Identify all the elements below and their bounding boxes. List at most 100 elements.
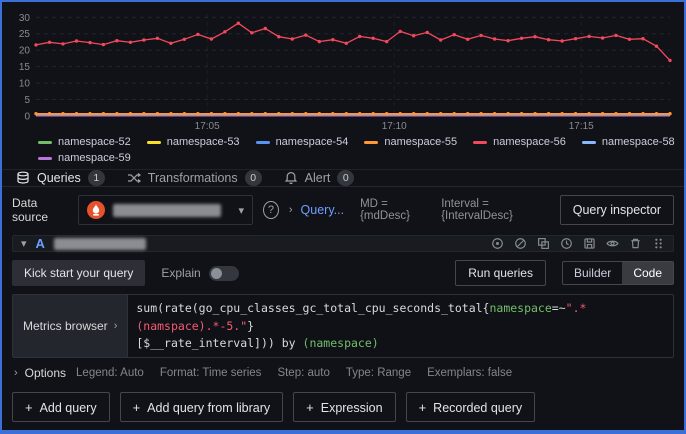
query-options-toggle[interactable]: › Query... MD = {mdDesc} Interval = {Int… [289, 198, 540, 222]
plus-icon: + [133, 400, 141, 415]
chart-legend: namespace-52 namespace-53 namespace-54 name… [38, 136, 678, 164]
code-line: [$__rate_interval])) by (namespace) [136, 335, 665, 352]
tab-badge: 0 [245, 170, 262, 186]
duplicate-query-icon[interactable] [537, 237, 550, 250]
code-mode-button[interactable]: Code [622, 262, 673, 284]
legend-item-namespace-55[interactable]: namespace-55 [364, 136, 457, 148]
promql-code-editor[interactable]: sum(rate(go_cpu_classes_gc_total_cpu_sec… [127, 294, 674, 358]
svg-text:15: 15 [19, 62, 31, 73]
query-row-actions [491, 237, 665, 250]
code-line: sum(rate(go_cpu_classes_gc_total_cpu_sec… [136, 300, 665, 335]
drag-handle-icon[interactable] [652, 237, 665, 250]
builder-mode-button[interactable]: Builder [563, 262, 622, 284]
chevron-right-icon: › [289, 204, 293, 216]
query-inspector-button[interactable]: Query inspector [560, 195, 674, 225]
legend-item-namespace-59[interactable]: namespace-59 [38, 152, 131, 164]
kick-start-query-button[interactable]: Kick start your query [12, 260, 145, 286]
transformations-icon [127, 171, 141, 185]
query-footer-actions: +Add query+Add query from library+Expres… [12, 392, 674, 422]
options-label: Options [25, 366, 66, 380]
option-summary-item: Exemplars: false [427, 367, 512, 379]
plus-icon: + [25, 400, 33, 415]
query-options-row: › Options Legend: AutoFormat: Time serie… [14, 366, 674, 380]
code-token-label: (namespace) [303, 336, 379, 350]
series-color-marker [364, 141, 378, 144]
collapse-chevron-icon[interactable]: ▾ [21, 237, 27, 250]
svg-text:17:15: 17:15 [569, 121, 594, 132]
save-icon[interactable] [583, 237, 596, 250]
explain-label: Explain [161, 266, 200, 280]
legend-label: namespace-59 [58, 152, 131, 164]
option-summary-item: Legend: Auto [76, 367, 144, 379]
run-queries-button[interactable]: Run queries [455, 260, 546, 286]
editor-tab-bar: Queries 1 Transformations 0 Alert 0 [2, 169, 684, 187]
options-summary: Legend: AutoFormat: Time seriesStep: aut… [76, 367, 512, 379]
record-icon[interactable] [491, 237, 504, 250]
max-data-points-text: MD = {mdDesc} [360, 198, 425, 222]
prometheus-icon [87, 201, 105, 219]
legend-label: namespace-55 [384, 136, 457, 148]
datasource-help-button[interactable]: ? [263, 201, 279, 219]
svg-text:17:05: 17:05 [195, 121, 220, 132]
explain-toggle[interactable] [209, 266, 239, 281]
editor-mode-switch: Builder Code [562, 261, 674, 285]
metrics-browser-label: Metrics browser [23, 319, 108, 333]
svg-text:20: 20 [19, 46, 31, 57]
datasource-picker[interactable]: ▾ [78, 195, 253, 225]
query-history-icon[interactable] [560, 237, 573, 250]
interval-text: Interval = {IntervalDesc} [441, 198, 540, 222]
query-refid: A [36, 236, 45, 251]
code-token-plain: } [247, 319, 254, 333]
svg-text:5: 5 [24, 95, 30, 106]
add-query-button[interactable]: +Add query [12, 392, 110, 422]
options-toggle[interactable]: › Options [14, 366, 66, 380]
legend-item-namespace-52[interactable]: namespace-52 [38, 136, 131, 148]
datasource-label: Data source [12, 196, 68, 224]
query-row-header[interactable]: ▾ A [12, 235, 674, 252]
chevron-down-icon: ▾ [239, 204, 245, 217]
tab-alert[interactable]: Alert 0 [284, 170, 355, 186]
tab-label: Queries [37, 171, 81, 185]
legend-item-namespace-53[interactable]: namespace-53 [147, 136, 240, 148]
legend-item-namespace-56[interactable]: namespace-56 [473, 136, 566, 148]
add-query-from-library-button[interactable]: + Add query from library [120, 392, 284, 422]
legend-item-namespace-58[interactable]: namespace-58 [582, 136, 675, 148]
redacted-datasource-name [113, 204, 221, 217]
datasource-row: Data source ▾ ? › Query... MD = {mdDesc}… [2, 187, 684, 233]
expression-button[interactable]: + Expression [293, 392, 395, 422]
code-token-plain: sum(rate(go_cpu_classes_gc_total_cpu_sec… [136, 301, 489, 315]
query-options-link: Query... [301, 203, 345, 217]
hide-response-icon[interactable] [606, 237, 619, 250]
timeseries-chart[interactable]: 05101520253017:0517:1017:15 [6, 6, 676, 134]
series-color-marker [147, 141, 161, 144]
alert-bell-icon [284, 171, 298, 185]
series-color-marker [473, 141, 487, 144]
time-series-panel: 05101520253017:0517:1017:15 namespace-52… [2, 2, 684, 169]
queries-icon [16, 171, 30, 185]
button-label: Add query from library [147, 401, 270, 415]
code-token-label: namespace [489, 301, 551, 315]
toggle-knob [211, 268, 222, 279]
legend-item-namespace-54[interactable]: namespace-54 [256, 136, 349, 148]
svg-text:0: 0 [24, 112, 30, 123]
series-color-marker [582, 141, 596, 144]
redacted-query-name [54, 238, 146, 250]
plus-icon: + [306, 400, 314, 415]
series-color-marker [38, 157, 52, 160]
metrics-browser-button[interactable]: Metrics browser › [12, 294, 127, 358]
remove-query-icon[interactable] [629, 237, 642, 250]
chevron-right-icon: › [114, 320, 118, 332]
disable-query-icon[interactable] [514, 237, 527, 250]
svg-text:10: 10 [19, 79, 31, 90]
button-label: Recorded query [433, 401, 522, 415]
tab-queries[interactable]: Queries 1 [16, 170, 105, 186]
svg-text:25: 25 [19, 29, 31, 40]
series-color-marker [256, 141, 270, 144]
recorded-query-button[interactable]: +Recorded query [406, 392, 536, 422]
button-label: Expression [321, 401, 383, 415]
tab-badge: 0 [337, 170, 354, 186]
option-summary-item: Type: Range [346, 367, 411, 379]
svg-text:17:10: 17:10 [382, 121, 407, 132]
tab-transformations[interactable]: Transformations 0 [127, 170, 262, 186]
code-token-plain: =~ [552, 301, 566, 315]
